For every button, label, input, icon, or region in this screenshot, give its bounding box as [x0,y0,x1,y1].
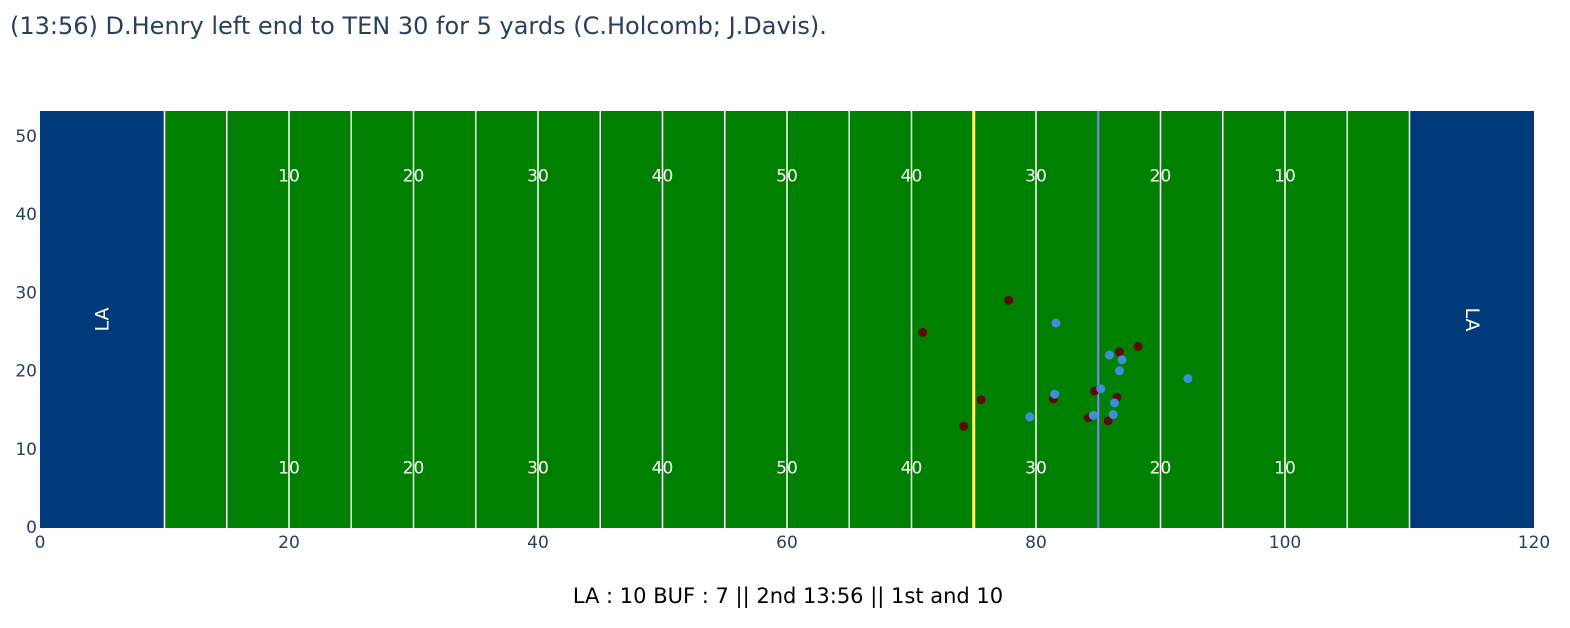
x-tick-label: 60 [776,533,798,553]
defense-player-point [1114,347,1124,357]
yard-number-bottom: 40 [652,459,674,479]
yard-number-top: 10 [1274,167,1296,187]
defense-player-point [1133,341,1143,351]
offense-player-point [1050,389,1060,399]
offense-player-point [1183,374,1193,384]
offense-player-point [1096,384,1106,394]
yard-number-top: 20 [403,167,425,187]
offense-player-point [1117,355,1127,365]
offense-player-point [1104,350,1114,360]
yard-number-top: 30 [527,167,549,187]
left-endzone-label: LA [91,307,113,331]
yard-number-bottom: 30 [527,459,549,479]
right-endzone-label: LA [1461,307,1483,331]
x-tick-label: 20 [278,533,300,553]
yard-number-bottom: 50 [776,459,798,479]
yard-number-bottom: 40 [901,459,923,479]
y-tick-label: 40 [15,205,37,225]
x-tick-label: 40 [527,533,549,553]
offense-player-point [1114,366,1124,376]
offense-player-point [1025,412,1035,422]
y-tick-label: 10 [15,440,37,460]
game-situation: LA : 10 BUF : 7 || 2nd 13:56 || 1st and … [572,584,1004,608]
yard-number-bottom: 10 [1274,459,1296,479]
yard-number-top: 30 [1025,167,1047,187]
yard-number-bottom: 20 [403,459,425,479]
yard-number-bottom: 30 [1025,459,1047,479]
yard-number-top: 40 [901,167,923,187]
defense-player-point [1004,295,1014,305]
y-tick-label: 30 [15,283,37,303]
yard-number-bottom: 20 [1150,459,1172,479]
offense-player-point [1051,318,1061,328]
field-chart: LA LA 10 20 30 40 50 40 30 20 10 10 20 30 40 50 40 30 20 1… [15,111,1550,553]
yard-number-top: 20 [1150,167,1172,187]
yard-number-top: 10 [278,167,300,187]
x-tick-label: 100 [1269,533,1301,553]
offense-player-point [1109,398,1119,408]
x-tick-label: 120 [1518,533,1550,553]
x-tick-label: 80 [1025,533,1047,553]
offense-player-point [1108,410,1118,420]
y-tick-label: 0 [26,518,37,538]
yard-number-top: 50 [776,167,798,187]
yard-number-bottom: 10 [278,459,300,479]
defense-player-point [918,327,928,337]
y-tick-label: 20 [15,362,37,382]
defense-player-point [959,421,969,431]
offense-player-point [1088,410,1098,420]
yard-number-top: 40 [652,167,674,187]
defense-player-point [976,395,986,405]
y-tick-label: 50 [15,127,37,147]
